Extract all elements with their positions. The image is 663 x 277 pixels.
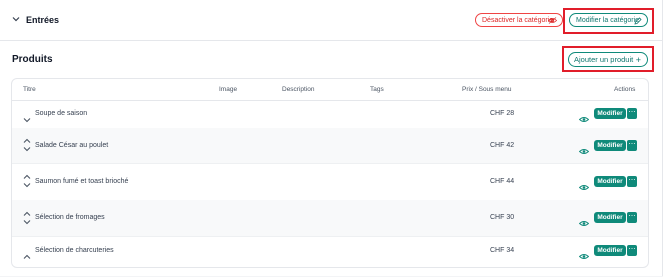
- edit-category-label: Modifier la catégorie: [576, 17, 640, 24]
- eye-icon[interactable]: [578, 214, 590, 232]
- eye-icon[interactable]: [578, 247, 590, 265]
- product-price: CHF 28: [490, 110, 515, 117]
- more-options-button[interactable]: ⋯: [627, 212, 637, 223]
- more-options-button[interactable]: ⋯: [627, 108, 637, 119]
- plus-icon: +: [635, 55, 641, 65]
- column-header-description: Description: [282, 86, 315, 93]
- column-header-price: Prix / Sous menu: [462, 86, 512, 93]
- column-header-image: Image: [219, 86, 238, 93]
- product-name: Sélection de charcuteries: [35, 247, 114, 254]
- more-options-button[interactable]: ⋯: [627, 245, 637, 256]
- product-name: Sélection de fromages: [35, 214, 105, 221]
- category-title: Entrées: [26, 15, 60, 25]
- category-header: Entrées Désactiver la catégorie Modifier…: [0, 0, 662, 41]
- table-row: Saumon fumé et toast brioché CHF 44 Modi…: [12, 163, 648, 201]
- chevron-down-icon[interactable]: [12, 16, 22, 26]
- table-row: Salade César au poulet CHF 42 Modifier ⋯: [12, 128, 648, 164]
- eye-icon[interactable]: [578, 178, 590, 196]
- product-name: Salade César au poulet: [35, 142, 109, 149]
- table-row: Sélection de fromages CHF 30 Modifier ⋯: [12, 200, 648, 237]
- column-header-title: Titre: [23, 86, 36, 93]
- product-name: Soupe de saison: [35, 110, 88, 117]
- product-name: Saumon fumé et toast brioché: [35, 178, 129, 185]
- eye-icon[interactable]: [578, 110, 590, 128]
- add-product-button[interactable]: Ajouter un produit +: [568, 52, 648, 67]
- more-options-button[interactable]: ⋯: [627, 140, 637, 151]
- table-header: Titre Image Description Tags Prix / Sous…: [12, 79, 648, 101]
- reorder-arrows-icon[interactable]: [23, 138, 31, 157]
- chevron-down-icon[interactable]: [23, 110, 31, 128]
- edit-product-button[interactable]: Modifier: [594, 176, 626, 187]
- chevron-up-icon[interactable]: [23, 247, 31, 265]
- product-price: CHF 34: [490, 247, 515, 254]
- table-row: Sélection de charcuteries CHF 34 Modifie…: [12, 236, 648, 267]
- products-table: Titre Image Description Tags Prix / Sous…: [11, 78, 649, 268]
- column-header-actions: Actions: [614, 86, 636, 93]
- reorder-arrows-icon[interactable]: [23, 174, 31, 193]
- add-product-label: Ajouter un produit: [574, 55, 634, 64]
- deactivate-category-button[interactable]: Désactiver la catégorie: [475, 13, 563, 27]
- eye-icon[interactable]: [578, 142, 590, 160]
- edit-category-button[interactable]: Modifier la catégorie: [569, 13, 648, 27]
- edit-product-button[interactable]: Modifier: [594, 140, 626, 151]
- table-row: Soupe de saison CHF 28 Modifier ⋯: [12, 100, 648, 129]
- product-price: CHF 42: [490, 142, 515, 149]
- more-options-button[interactable]: ⋯: [627, 176, 637, 187]
- column-header-tags: Tags: [370, 86, 384, 93]
- products-section-title: Produits: [12, 54, 53, 65]
- edit-product-button[interactable]: Modifier: [594, 212, 626, 223]
- category-panel: Entrées Désactiver la catégorie Modifier…: [0, 0, 663, 276]
- edit-product-button[interactable]: Modifier: [594, 245, 626, 256]
- edit-product-button[interactable]: Modifier: [594, 108, 626, 119]
- reorder-arrows-icon[interactable]: [23, 211, 31, 230]
- deactivate-category-label: Désactiver la catégorie: [482, 17, 554, 24]
- product-price: CHF 44: [490, 178, 515, 185]
- product-price: CHF 30: [490, 214, 515, 221]
